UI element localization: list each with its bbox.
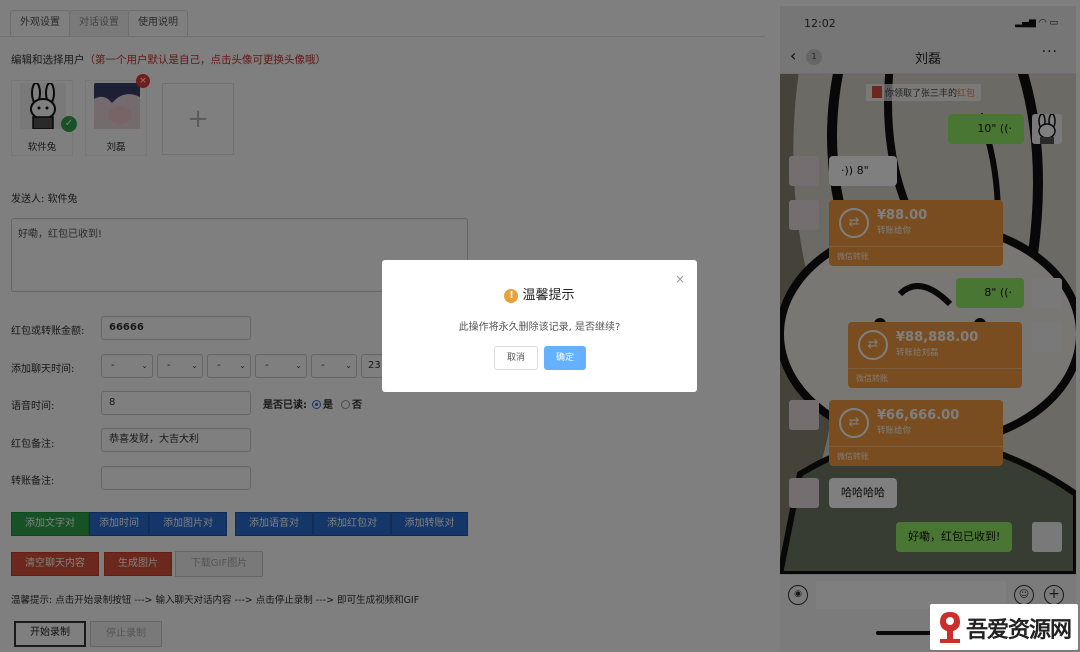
confirm-dialog: × ! 温馨提示 此操作将永久删除该记录, 是否继续? 取消 确定 xyxy=(382,260,697,392)
dialog-title: ! 温馨提示 xyxy=(382,284,697,303)
dialog-message: 此操作将永久删除该记录, 是否继续? xyxy=(458,322,621,333)
watermark-logo-icon xyxy=(940,612,960,643)
watermark: 吾爱资源网 xyxy=(930,604,1078,650)
confirm-button[interactable]: 确定 xyxy=(544,346,586,370)
cancel-button[interactable]: 取消 xyxy=(494,346,538,370)
dialog-title-text: 温馨提示 xyxy=(522,288,575,303)
warning-icon: ! xyxy=(504,289,519,303)
watermark-text: 吾爱资源网 xyxy=(966,617,1072,643)
